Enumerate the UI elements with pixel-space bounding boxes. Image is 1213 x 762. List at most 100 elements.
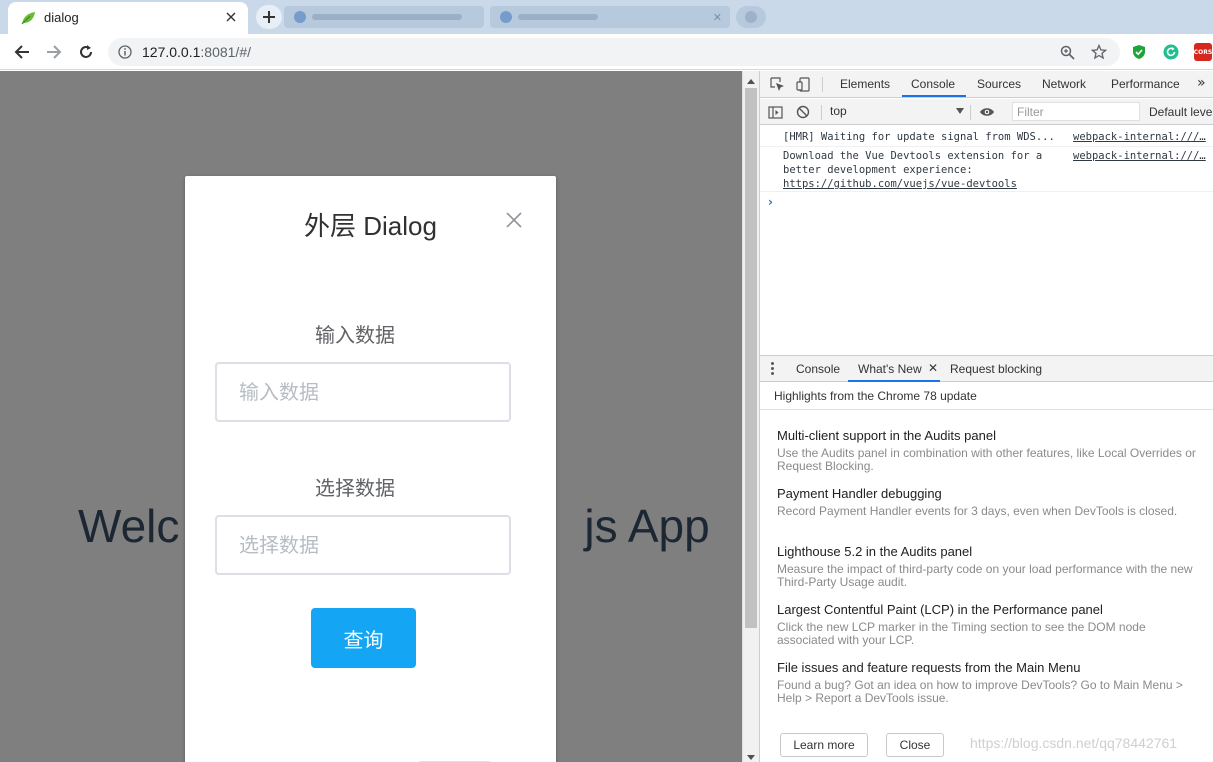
- back-button[interactable]: [10, 40, 34, 64]
- welcome-text-left: Welc: [78, 500, 180, 552]
- browser-toolbar: 127.0.0.1:8081/#/ CORS: [0, 34, 1213, 70]
- close-drawer-tab-icon[interactable]: ✕: [928, 361, 938, 375]
- whats-new-item-title: Payment Handler debugging: [777, 486, 942, 501]
- arrow-right-icon: [47, 45, 62, 59]
- tab-close-icon[interactable]: ✕: [713, 11, 722, 24]
- whats-new-item-desc: Record Payment Handler events for 3 days…: [777, 504, 1178, 518]
- reload-button[interactable]: [74, 40, 98, 64]
- browser-tab-active[interactable]: dialog: [8, 2, 248, 34]
- whats-new-item[interactable]: Largest Contentful Paint (LCP) in the Pe…: [777, 602, 1197, 647]
- console-message-source-link[interactable]: webpack-internal:///…: [1073, 130, 1213, 144]
- whats-new-item-title: Lighthouse 5.2 in the Audits panel: [777, 544, 973, 559]
- console-message-text: [HMR] Waiting for update signal from WDS…: [783, 131, 1055, 143]
- dialog-title: 外层 Dialog: [304, 211, 437, 241]
- info-icon[interactable]: [118, 45, 132, 59]
- console-message: Download the Vue Devtools extension for …: [760, 147, 1213, 192]
- inspect-element-icon[interactable]: [768, 75, 786, 93]
- browser-tab-strip: dialog ✕: [0, 0, 1213, 34]
- drawer-tab-bar: Console What's New ✕ Request blocking: [760, 355, 1213, 382]
- whats-new-item-desc: Found a bug? Got an idea on how to impro…: [777, 678, 1183, 705]
- divider: [760, 409, 1213, 410]
- outer-dialog: 外层 Dialog 输入数据 选择数据 查询: [185, 176, 556, 762]
- tab-title-blurred: [312, 14, 462, 20]
- forward-button[interactable]: [42, 40, 66, 64]
- tab-close-icon[interactable]: [222, 8, 240, 26]
- tab-favicon-icon: [745, 11, 757, 23]
- star-icon[interactable]: [1090, 43, 1108, 61]
- console-message-text: Download the Vue Devtools extension for …: [783, 149, 1068, 191]
- drawer-tab-request-blocking[interactable]: Request blocking: [950, 362, 1042, 376]
- console-filter-input[interactable]: [1012, 102, 1140, 121]
- drawer-tab-console[interactable]: Console: [796, 362, 840, 376]
- devtools-panel: Elements Console Sources Network Perform…: [759, 71, 1213, 762]
- input-data-field[interactable]: [215, 362, 511, 422]
- console-message: [HMR] Waiting for update signal from WDS…: [760, 127, 1213, 147]
- tab-favicon-icon: [500, 11, 512, 23]
- js-context-select[interactable]: top: [830, 104, 964, 121]
- device-toolbar-icon[interactable]: [794, 75, 812, 93]
- whats-new-item-desc: Measure the impact of third-party code o…: [777, 562, 1193, 589]
- url-text: 127.0.0.1:8081/#/: [142, 44, 251, 60]
- scroll-down-arrow-icon[interactable]: [747, 755, 755, 760]
- more-tabs-chevron-icon[interactable]: »: [1197, 75, 1206, 91]
- welcome-text-right: js App: [584, 500, 710, 552]
- tab-title: dialog: [44, 10, 79, 25]
- reload-icon: [80, 45, 92, 58]
- drawer-active-indicator: [848, 380, 940, 382]
- plus-icon: [263, 11, 275, 23]
- close-button[interactable]: Close: [886, 733, 944, 757]
- eye-icon[interactable]: [978, 103, 996, 121]
- scroll-up-arrow-icon[interactable]: [747, 79, 755, 84]
- vue-devtools-link[interactable]: https://github.com/vuejs/vue-devtools: [783, 178, 1017, 190]
- console-message-body: Download the Vue Devtools extension for …: [783, 150, 1043, 176]
- browser-tab-inactive[interactable]: ✕: [490, 6, 730, 28]
- log-levels-dropdown[interactable]: Default level: [1149, 105, 1213, 119]
- page-scrollbar[interactable]: [742, 71, 759, 762]
- whats-new-item-desc: Click the new LCP marker in the Timing s…: [777, 620, 1146, 647]
- chevron-down-icon: [956, 108, 964, 114]
- devtools-tab-sources[interactable]: Sources: [977, 77, 1021, 91]
- new-tab-button[interactable]: [256, 5, 282, 29]
- devtools-tab-console[interactable]: Console: [911, 77, 955, 91]
- devtools-tab-bar: Elements Console Sources Network Perform…: [760, 71, 1213, 98]
- leaf-icon: [21, 12, 35, 25]
- tab-title-blurred: [518, 14, 598, 20]
- whats-new-highlights: Highlights from the Chrome 78 update: [774, 389, 977, 403]
- browser-tab-inactive[interactable]: [284, 6, 484, 28]
- drawer-menu-icon[interactable]: [771, 362, 775, 376]
- tab-favicon-icon: [294, 11, 306, 23]
- whats-new-item-desc: Use the Audits panel in combination with…: [777, 446, 1196, 473]
- input-data-label: 输入数据: [315, 323, 395, 347]
- whats-new-item[interactable]: Multi-client support in the Audits panel…: [777, 428, 1197, 473]
- clear-console-icon[interactable]: [794, 103, 812, 121]
- console-message-source-link[interactable]: webpack-internal:///…: [1073, 149, 1213, 163]
- cors-extension-icon[interactable]: CORS: [1194, 43, 1212, 61]
- zoom-icon[interactable]: [1058, 43, 1076, 61]
- arrow-left-icon: [14, 45, 29, 59]
- learn-more-button[interactable]: Learn more: [780, 733, 868, 757]
- active-tab-indicator: [902, 95, 966, 97]
- devtools-tab-performance[interactable]: Performance: [1111, 77, 1180, 91]
- whats-new-item[interactable]: Payment Handler debugging Record Payment…: [777, 486, 1197, 518]
- show-sidebar-icon[interactable]: [766, 103, 784, 121]
- whats-new-item-title: File issues and feature requests from th…: [777, 660, 1081, 675]
- dialog-close-icon[interactable]: [503, 209, 525, 231]
- whats-new-item[interactable]: Lighthouse 5.2 in the Audits panel Measu…: [777, 544, 1197, 589]
- address-bar[interactable]: 127.0.0.1:8081/#/: [108, 38, 1120, 66]
- select-data-field[interactable]: [215, 515, 511, 575]
- console-filter-bar: top Default level: [760, 99, 1213, 125]
- watermark-text: https://blog.csdn.net/qq78442761: [970, 735, 1178, 751]
- scrollbar-thumb[interactable]: [745, 88, 757, 628]
- console-prompt-chevron-icon[interactable]: ›: [768, 195, 773, 209]
- refresh-extension-icon[interactable]: [1162, 43, 1180, 61]
- whats-new-item-title: Multi-client support in the Audits panel: [777, 428, 996, 443]
- query-button[interactable]: 查询: [311, 608, 416, 668]
- devtools-tab-elements[interactable]: Elements: [840, 77, 890, 91]
- whats-new-item-title: Largest Contentful Paint (LCP) in the Pe…: [777, 602, 1103, 617]
- browser-tab-inactive[interactable]: [736, 6, 766, 28]
- shield-extension-icon[interactable]: [1130, 43, 1148, 61]
- drawer-tab-whats-new[interactable]: What's New: [858, 362, 922, 376]
- whats-new-item[interactable]: File issues and feature requests from th…: [777, 660, 1197, 705]
- devtools-tab-network[interactable]: Network: [1042, 77, 1086, 91]
- url-host: 127.0.0.1: [142, 44, 201, 60]
